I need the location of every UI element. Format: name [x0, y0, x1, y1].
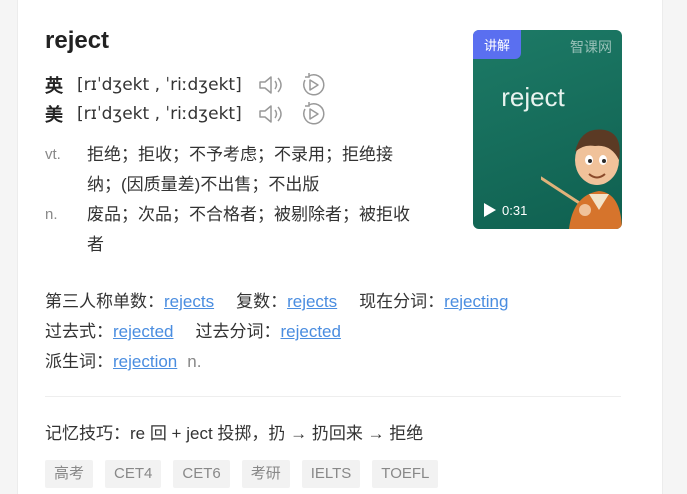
plural-link[interactable]: rejects: [287, 292, 337, 311]
explanation-video[interactable]: 讲解 智课网 reject 0:31: [473, 30, 622, 229]
memory-tip: 记忆技巧：re 回 + ject 投掷，扔 → 扔回来 → 拒绝: [45, 424, 424, 443]
part-of-speech: vt.: [45, 146, 61, 163]
pronunciation-uk: 英 [rɪˈdʒekt , ˈriːdʒekt]: [45, 72, 328, 98]
pronunciation-label: 英: [45, 76, 63, 96]
derivative-label: 派生词：: [45, 352, 113, 371]
past-label: 过去式：: [45, 322, 113, 341]
present-participle-link[interactable]: rejecting: [444, 292, 508, 311]
forms-row: 第三人称单数：rejects 复数：rejects 现在分词：rejecting: [45, 287, 530, 317]
video-play-button[interactable]: 0:31: [483, 202, 527, 218]
definition-text: 废品；次品；不合格者；被剔除者；被拒收者: [87, 205, 410, 254]
exam-tags: 高考 CET4 CET6 考研 IELTS TOEFL: [45, 460, 439, 488]
exam-tag[interactable]: 考研: [241, 460, 290, 488]
pronunciation-ipa: [rɪˈdʒekt , ˈriːdʒekt]: [77, 75, 242, 95]
definition-text: 拒绝；拒收；不予考虑；不录用；拒绝接纳；(因质量差)不出售；不出版: [87, 145, 393, 194]
video-duration: 0:31: [502, 202, 528, 218]
third-person-label: 第三人称单数：: [45, 292, 164, 311]
exam-tag[interactable]: CET4: [105, 460, 162, 488]
past-participle-link[interactable]: rejected: [280, 322, 340, 341]
forms-row: 派生词：rejection n.: [45, 347, 530, 377]
exam-tag[interactable]: IELTS: [301, 460, 361, 488]
play-icon: [484, 203, 496, 217]
divider: [45, 396, 621, 397]
definition-row: n. 废品；次品；不合格者；被剔除者；被拒收者: [45, 200, 425, 260]
headword: reject: [45, 27, 110, 54]
definition-row: vt. 拒绝；拒收；不予考虑；不录用；拒绝接纳；(因质量差)不出售；不出版: [45, 140, 425, 200]
speaker-icon[interactable]: [256, 101, 286, 127]
replay-play-icon[interactable]: [298, 72, 328, 98]
forms-row: 过去式：rejected 过去分词：rejected: [45, 317, 530, 347]
exam-tag[interactable]: 高考: [45, 460, 94, 488]
past-participle-label: 过去分词：: [195, 322, 281, 341]
third-person-link[interactable]: rejects: [164, 292, 214, 311]
pronunciation-ipa: [rɪˈdʒekt , ˈriːdʒekt]: [77, 104, 242, 124]
speaker-icon[interactable]: [256, 72, 286, 98]
word-forms: 第三人称单数：rejects 复数：rejects 现在分词：rejecting 过…: [45, 287, 530, 377]
word-card: reject 英 [rɪˈdʒekt , ˈriːdʒekt] 美 [rɪˈdʒ…: [17, 0, 663, 494]
past-link[interactable]: rejected: [113, 322, 173, 341]
pronunciation-us: 美 [rɪˈdʒekt , ˈriːdʒekt]: [45, 101, 328, 127]
derivative-pos: n.: [187, 352, 202, 371]
plural-label: 复数：: [236, 292, 288, 311]
present-participle-label: 现在分词：: [359, 292, 445, 311]
replay-play-icon[interactable]: [298, 101, 328, 127]
part-of-speech: n.: [45, 206, 58, 223]
derivative-link[interactable]: rejection: [113, 352, 177, 371]
exam-tag[interactable]: CET6: [173, 460, 230, 488]
exam-tag[interactable]: TOEFL: [372, 460, 439, 488]
pronunciation-label: 美: [45, 105, 63, 125]
definitions: vt. 拒绝；拒收；不予考虑；不录用；拒绝接纳；(因质量差)不出售；不出版 n.…: [45, 140, 425, 260]
video-badge: 讲解: [473, 30, 521, 59]
video-brand-logo: 智课网: [570, 39, 612, 55]
teacher-illustration: [541, 129, 622, 229]
video-word: reject: [501, 82, 565, 112]
